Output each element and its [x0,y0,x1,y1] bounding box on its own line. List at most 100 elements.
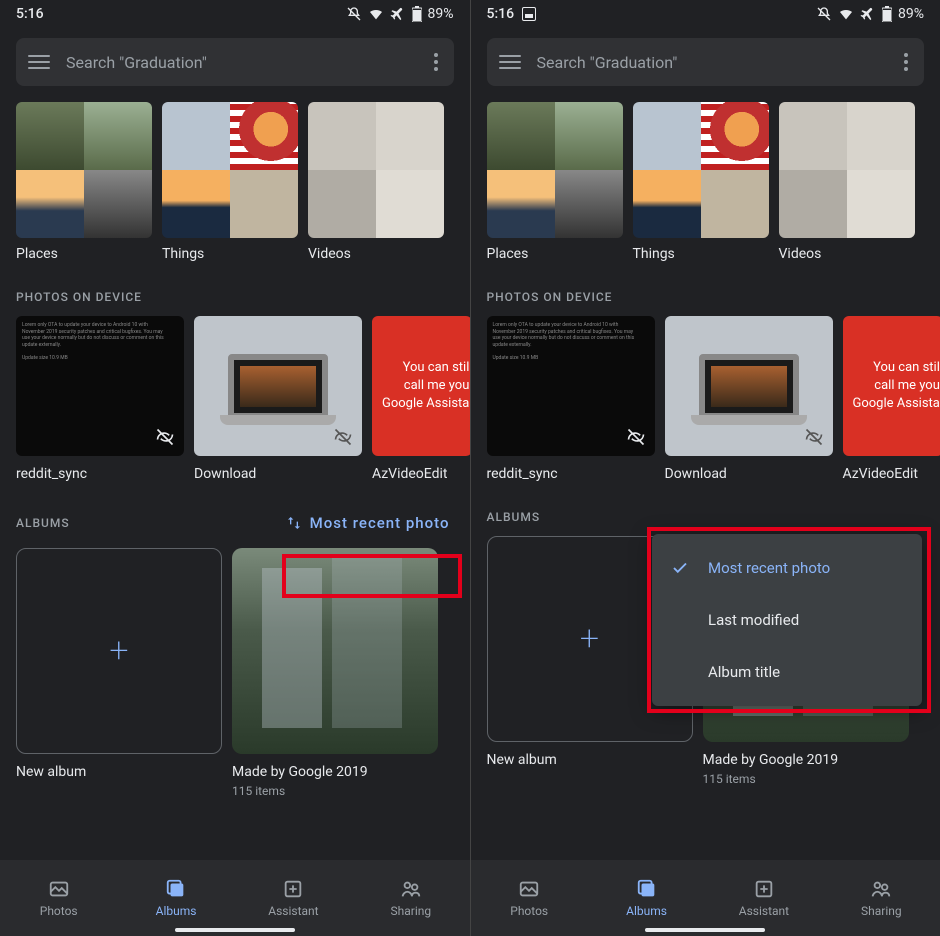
category-videos[interactable]: Videos [308,102,444,262]
bottom-nav: Photos Albums Assistant Sharing [471,860,940,936]
sync-off-icon [154,426,176,448]
device-folder-label: Download [194,466,362,482]
search-bar[interactable]: Search "Graduation" [487,38,925,86]
check-icon [670,559,690,577]
assistant-icon [282,878,304,900]
search-placeholder: Search "Graduation" [66,53,426,72]
category-videos[interactable]: Videos [779,102,915,262]
sort-option-recent[interactable]: Most recent photo [652,542,922,594]
category-label: Things [162,246,298,262]
bottom-nav: Photos Albums Assistant Sharing [0,860,470,936]
albums-section-header: ALBUMS Most recent photo [0,482,470,548]
device-folder-label: AzVideoEdit [843,466,940,482]
device-folder-azvideo[interactable]: You can stilcall me youGoogle Assista Az… [372,316,470,482]
device-folder-download[interactable]: Download [194,316,362,482]
wifi-icon [838,6,854,22]
sync-off-icon [332,426,354,448]
album-count: 115 items [232,784,438,798]
overflow-icon[interactable] [426,53,446,71]
sort-label: Most recent photo [310,514,450,532]
album-count: 115 items [703,772,909,786]
category-label: Videos [779,246,915,262]
screenshot-left: 5:16 89% Search "Graduation" [0,0,471,936]
sort-button[interactable]: Most recent photo [278,510,458,536]
sync-off-icon [803,426,825,448]
search-bar[interactable]: Search "Graduation" [16,38,454,86]
overflow-icon[interactable] [896,53,916,71]
airplane-icon [390,6,406,22]
albums-icon [165,878,187,900]
albums-row[interactable]: + New album Made by Google 2019 115 item… [0,548,470,798]
device-section-header: PHOTOS ON DEVICE [471,262,940,316]
category-things[interactable]: Things [633,102,769,262]
status-time: 5:16 [16,6,44,22]
assistant-icon [753,878,775,900]
device-folder-label: AzVideoEdit [372,466,470,482]
albums-section-header: ALBUMS [471,482,940,536]
airplane-icon [860,6,876,22]
category-things[interactable]: Things [162,102,298,262]
category-places[interactable]: Places [487,102,623,262]
device-section-header: PHOTOS ON DEVICE [0,262,470,316]
search-placeholder: Search "Graduation" [537,53,897,72]
nav-assistant[interactable]: Assistant [235,860,352,936]
device-folder-label: Download [665,466,833,482]
album-label: Made by Google 2019 [703,752,909,768]
screenshot-right: 5:16 89% Search "Graduation" [471,0,940,936]
album-label: New album [487,752,693,768]
nav-photos[interactable]: Photos [0,860,117,936]
category-label: Places [487,246,623,262]
sort-icon [286,515,302,531]
mute-icon [816,6,832,22]
nav-photos[interactable]: Photos [471,860,588,936]
menu-icon[interactable] [28,55,50,69]
home-indicator[interactable] [645,928,765,932]
battery-icon [412,6,422,22]
device-folders-row[interactable]: Lorem only OTA to update your device to … [0,316,470,482]
status-time: 5:16 [487,6,515,22]
status-icons: 89% [346,6,454,22]
device-folder-label: reddit_sync [16,466,184,482]
sort-option-modified[interactable]: Last modified [652,594,922,646]
device-folder-reddit[interactable]: Lorem only OTA to update your device to … [16,316,184,482]
device-folder-download[interactable]: Download [665,316,833,482]
plus-icon: + [580,622,599,656]
photo-notification-icon [522,7,536,21]
battery-text: 89% [428,6,454,22]
category-row[interactable]: Places Things Videos [471,102,940,262]
nav-sharing[interactable]: Sharing [352,860,469,936]
home-indicator[interactable] [175,928,295,932]
album-google[interactable]: Made by Google 2019 115 items [232,548,438,798]
mute-icon [346,6,362,22]
device-folder-azvideo[interactable]: You can stilcall me youGoogle Assista Az… [843,316,940,482]
battery-text: 89% [898,6,924,22]
photos-icon [518,878,540,900]
sort-menu: Most recent photo Last modified Album ti… [652,534,922,706]
sharing-icon [870,878,892,900]
category-label: Videos [308,246,444,262]
device-folder-reddit[interactable]: Lorem only OTA to update your device to … [487,316,655,482]
nav-albums[interactable]: Albums [588,860,705,936]
status-bar: 5:16 89% [471,0,940,28]
category-label: Things [633,246,769,262]
status-bar: 5:16 89% [0,0,470,28]
nav-assistant[interactable]: Assistant [705,860,822,936]
wifi-icon [368,6,384,22]
album-new[interactable]: + New album [16,548,222,798]
device-folders-row[interactable]: Lorem only OTA to update your device to … [471,316,940,482]
nav-albums[interactable]: Albums [117,860,234,936]
menu-icon[interactable] [499,55,521,69]
nav-sharing[interactable]: Sharing [823,860,940,936]
album-label: Made by Google 2019 [232,764,438,780]
category-label: Places [16,246,152,262]
plus-icon: + [109,634,128,668]
sharing-icon [400,878,422,900]
category-places[interactable]: Places [16,102,152,262]
device-folder-label: reddit_sync [487,466,655,482]
battery-icon [882,6,892,22]
photos-icon [48,878,70,900]
category-row[interactable]: Places Things Videos [0,102,470,262]
album-label: New album [16,764,222,780]
sort-option-title[interactable]: Album title [652,646,922,698]
albums-icon [636,878,658,900]
